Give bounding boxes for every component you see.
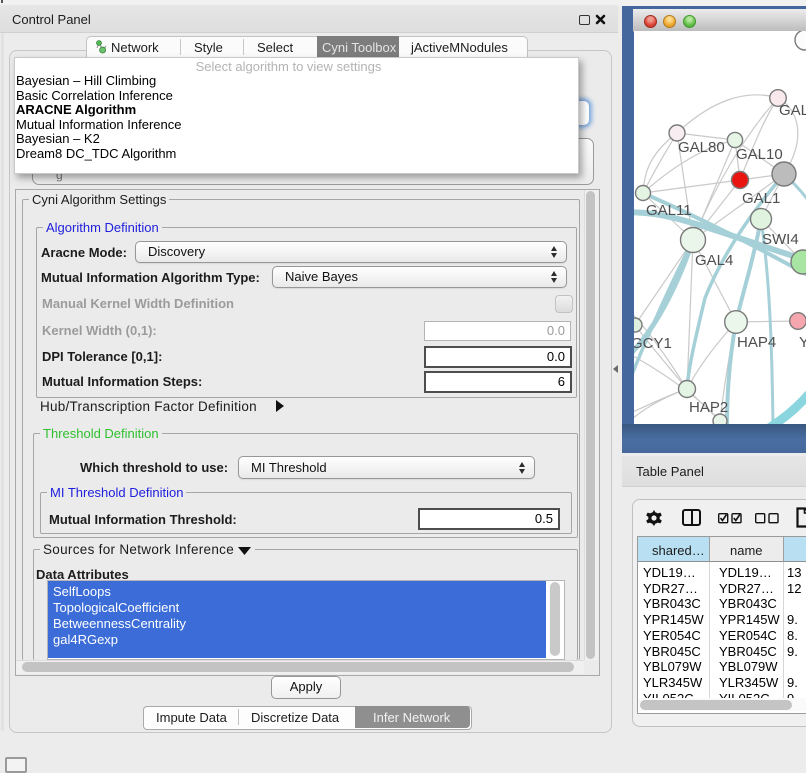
svg-text:Y: Y (799, 334, 806, 351)
svg-text:GCY1: GCY1 (634, 335, 672, 352)
svg-text:GAL80: GAL80 (678, 139, 725, 156)
svg-text:GAL4: GAL4 (695, 252, 733, 269)
svg-text:GAL11: GAL11 (646, 202, 692, 219)
svg-text:HAP2: HAP2 (689, 399, 728, 416)
svg-text:SWI4: SWI4 (762, 231, 799, 248)
svg-text:HAP4: HAP4 (737, 334, 776, 351)
svg-text:GAL1: GAL1 (742, 190, 780, 207)
svg-text:GAL: GAL (779, 102, 806, 119)
svg-text:GAL10: GAL10 (736, 146, 783, 163)
